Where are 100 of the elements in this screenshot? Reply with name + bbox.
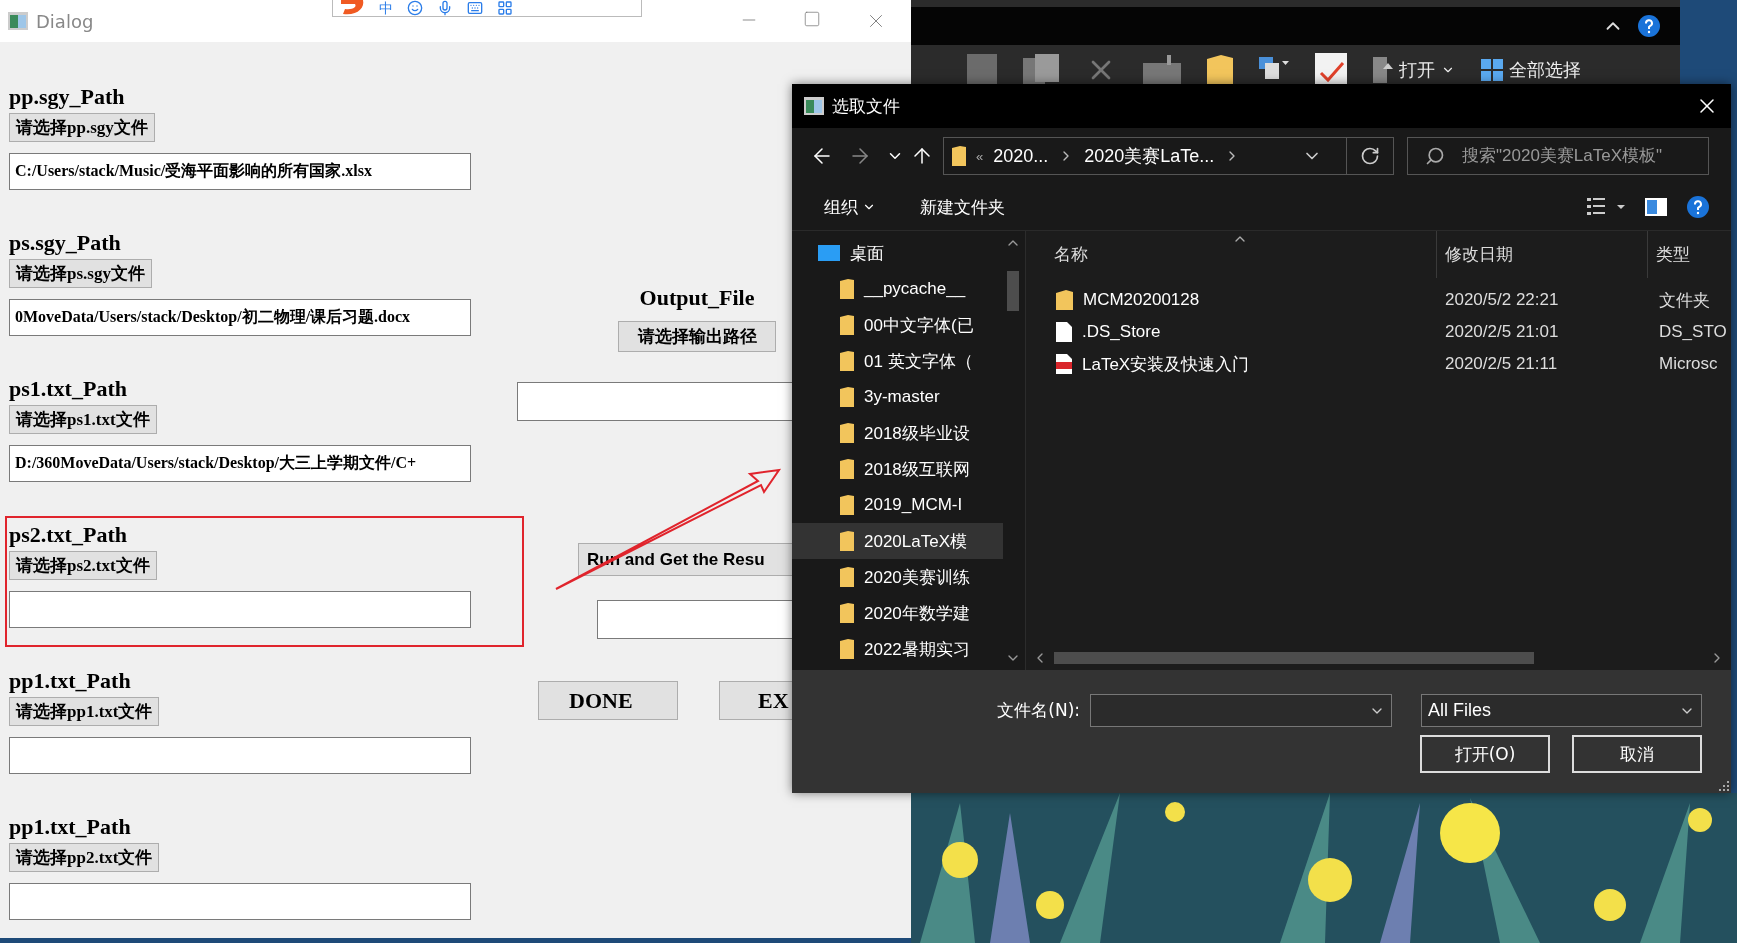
column-header[interactable]: 修改日期	[1436, 231, 1647, 278]
file-name[interactable]: MCM20200128	[1026, 290, 1436, 310]
view-list-icon[interactable]	[1587, 198, 1625, 216]
path-field[interactable]: D:/360MoveData/Users/stack/Desktop/大三上学期文件/C+	[9, 445, 471, 482]
file-name[interactable]: .DS_Store	[1026, 322, 1436, 342]
folder-icon	[840, 459, 854, 479]
cancel-button[interactable]: 取消	[1572, 735, 1702, 773]
folder-icon	[840, 603, 854, 623]
nav-item[interactable]: 2018级毕业设	[792, 415, 1003, 451]
desktop-icon	[818, 245, 840, 261]
path-field[interactable]	[9, 883, 471, 920]
folder-icon	[952, 146, 966, 166]
organize-menu[interactable]: 组织	[820, 191, 880, 223]
file-type: DS_STO	[1658, 322, 1728, 342]
search-icon	[1425, 146, 1445, 166]
app-icon	[804, 97, 824, 115]
path-field[interactable]	[9, 737, 471, 774]
folder-icon	[840, 639, 854, 659]
folder-icon	[840, 315, 854, 335]
nav-item[interactable]: 2018级互联网	[792, 451, 1003, 487]
breadcrumb-item[interactable]: 2020美赛LaTe...	[1084, 144, 1215, 168]
nav-item[interactable]: 01 英文字体（	[792, 343, 1003, 379]
monitor-icon[interactable]	[1143, 54, 1181, 85]
window-title: Dialog	[36, 10, 94, 32]
field-label: pp1.txt_Path	[9, 668, 131, 694]
preview-pane-icon[interactable]	[1645, 198, 1667, 216]
folder-icon	[840, 279, 854, 299]
output-path-field[interactable]	[517, 382, 792, 421]
done-button[interactable]: DONE	[538, 681, 678, 720]
folder-icon	[840, 351, 854, 371]
scrollbar-thumb[interactable]	[1054, 652, 1534, 664]
logo-icon[interactable]	[339, 0, 365, 16]
pdf-icon	[1056, 354, 1072, 374]
field-label: ps1.txt_Path	[9, 376, 127, 402]
choose-file-button[interactable]: 请选择pp.sgy文件	[9, 113, 155, 142]
nav-item[interactable]: 桌面	[792, 235, 1003, 271]
folder-icon[interactable]	[1207, 54, 1233, 85]
open-button[interactable]: 打开(O)	[1420, 735, 1550, 773]
nav-item[interactable]: __pycache__	[792, 271, 1003, 307]
nav-item[interactable]: 3y-master	[792, 379, 1003, 415]
choose-file-button[interactable]: 请选择pp1.txt文件	[9, 697, 160, 726]
modified-date: 2020/2/5 21:11	[1444, 354, 1559, 374]
address-bar[interactable]: « 2020... 2020美赛LaTe...	[943, 137, 1394, 175]
nav-item[interactable]: 2020年数学建	[792, 595, 1003, 631]
filename-field[interactable]	[1090, 694, 1392, 727]
nav-item[interactable]: 2020美赛训练	[792, 559, 1003, 595]
folder-icon	[840, 387, 854, 407]
nav-item[interactable]: 2020LaTeX模	[792, 523, 1003, 559]
choose-file-button[interactable]: 请选择pp2.txt文件	[9, 843, 160, 872]
choose-file-button[interactable]: 请选择ps.sgy文件	[9, 259, 152, 288]
result-field[interactable]	[597, 600, 792, 639]
file-icon	[1056, 322, 1072, 342]
open-button[interactable]: 打开	[1373, 49, 1455, 90]
keyboard-icon[interactable]	[467, 0, 483, 16]
path-field[interactable]: 0MoveData/Users/stack/Desktop/初二物理/课后习题.docx	[9, 299, 471, 336]
input-mode-toggle[interactable]: 中	[379, 1, 393, 15]
new-folder-button[interactable]: 新建文件夹	[916, 191, 1009, 223]
folder-icon	[1056, 290, 1073, 310]
select-all-button[interactable]: 全部选择	[1481, 49, 1581, 90]
breadcrumb-item[interactable]: «	[976, 148, 984, 164]
choose-file-button[interactable]: 请选择ps1.txt文件	[9, 405, 157, 434]
nav-item[interactable]: 2019_MCM-I	[792, 487, 1003, 523]
folder-icon	[840, 531, 854, 551]
field-label: ps2.txt_Path	[9, 522, 127, 548]
help-icon[interactable]	[1638, 15, 1660, 37]
refresh-icon[interactable]	[1360, 146, 1380, 166]
choose-file-button[interactable]: 请选择ps2.txt文件	[9, 551, 157, 580]
modified-date: 2020/2/5 21:01	[1444, 322, 1560, 342]
column-header[interactable]: 类型	[1647, 231, 1731, 278]
path-field[interactable]: C:/Users/stack/Music/受海平面影响的所有国家.xlsx	[9, 153, 471, 190]
smile-icon[interactable]	[407, 0, 423, 16]
scrollbar-thumb[interactable]	[1007, 271, 1019, 311]
help-icon[interactable]	[1687, 196, 1709, 218]
column-header[interactable]: 名称	[1026, 231, 1436, 278]
grid-icon[interactable]	[497, 0, 513, 16]
dialog-title: 选取文件	[832, 94, 900, 118]
field-label: pp.sgy_Path	[9, 84, 125, 110]
field-label: pp1.txt_Path	[9, 814, 131, 840]
copy-icon[interactable]	[1023, 53, 1059, 86]
field-label: ps.sgy_Path	[9, 230, 121, 256]
breadcrumb-item[interactable]: 2020...	[993, 145, 1049, 167]
folder-icon	[840, 567, 854, 587]
choose-output-button[interactable]: 请选择输出路径	[618, 321, 776, 352]
search-field[interactable]: 搜索"2020美赛LaTeX模板"	[1407, 137, 1709, 175]
open-icon	[1373, 56, 1393, 83]
path-field[interactable]	[9, 591, 471, 628]
folder-icon	[840, 495, 854, 515]
nav-item[interactable]: 2022暑期实习	[792, 631, 1003, 667]
mic-icon[interactable]	[437, 0, 453, 16]
page-icon[interactable]	[967, 53, 997, 86]
resize-grip-icon[interactable]	[1719, 781, 1729, 791]
file-type: 文件夹	[1658, 289, 1711, 312]
grid-icon	[1481, 58, 1503, 81]
folder-icon	[840, 423, 854, 443]
checked-page-icon[interactable]	[1315, 52, 1347, 87]
nav-item[interactable]: 00中文字体(已	[792, 307, 1003, 343]
exit-button[interactable]: EX	[719, 681, 792, 720]
filename-label: 文件名(N):	[997, 699, 1080, 722]
file-name[interactable]: LaTeX安装及快速入门	[1026, 352, 1436, 376]
file-type-dropdown[interactable]: All Files	[1421, 694, 1702, 727]
